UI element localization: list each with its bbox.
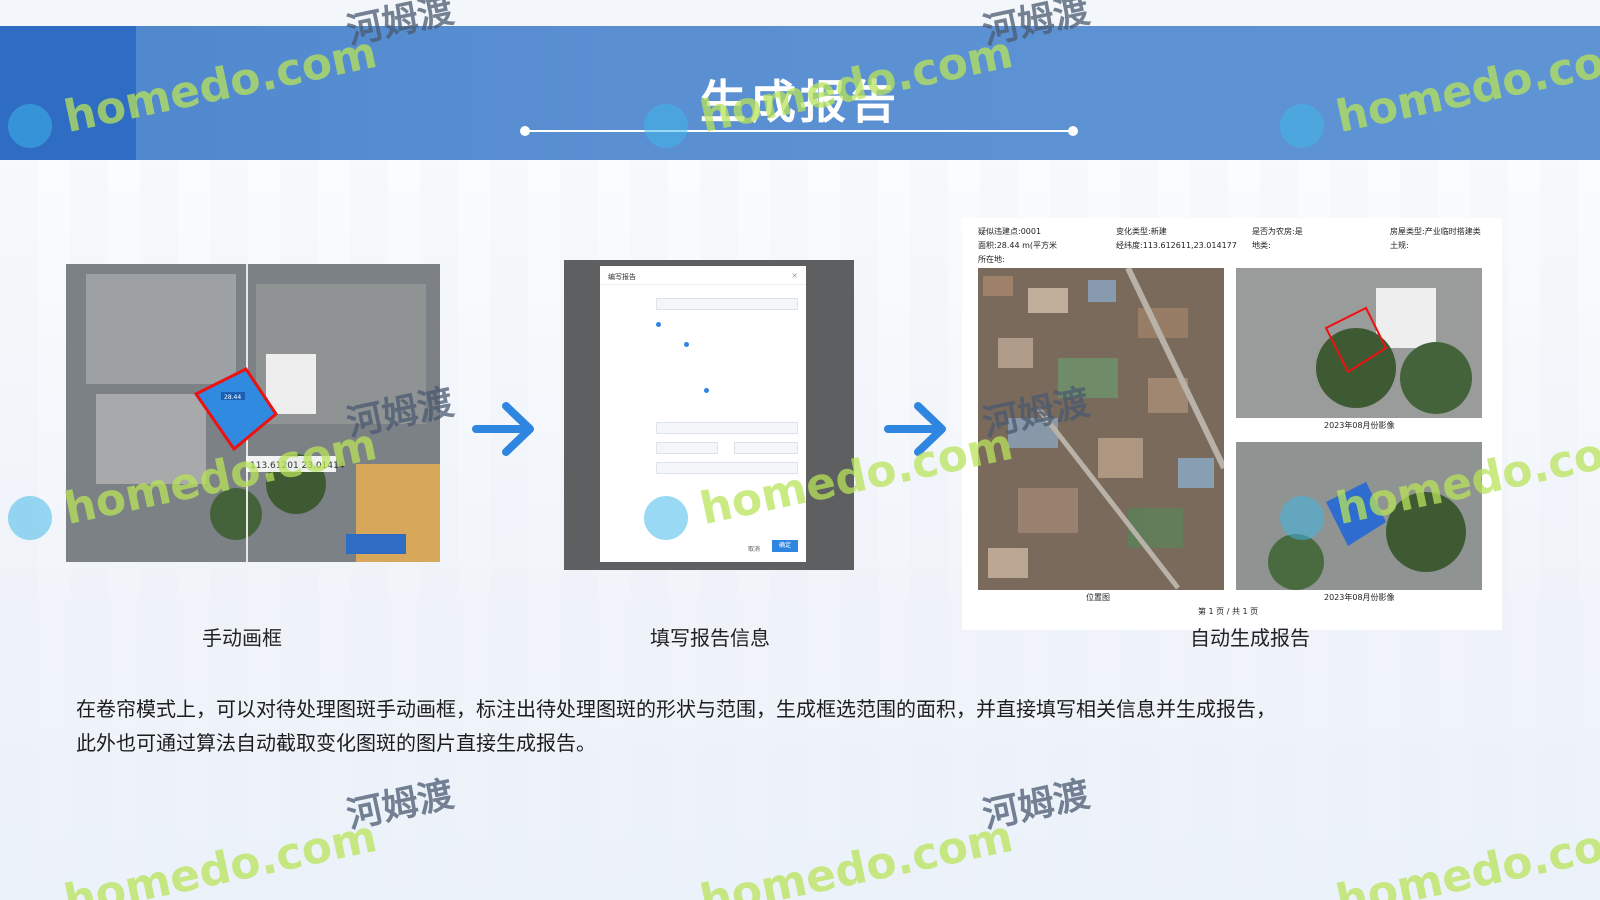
rooftop-aerial-image: 28.44 113.61201 23.01414 <box>66 264 440 562</box>
report-lnglat: 经纬度:113.612611,23.014177 <box>1116 241 1237 250</box>
form-field <box>656 298 798 310</box>
step-caption-manual-box: 手动画框 <box>202 626 282 650</box>
report-area: 面积:28.44 m(平方米 <box>978 241 1058 250</box>
underline-dot-left <box>520 126 530 136</box>
description: 在卷帘模式上，可以对待处理图斑手动画框，标注出待处理图斑的形状与范围，生成框选范… <box>76 692 1526 760</box>
report-house-type: 房屋类型:产业临时搭建类 <box>1390 227 1481 236</box>
location-map-caption: 位置图 <box>1086 593 1110 602</box>
location-map-image <box>978 268 1224 590</box>
report-page-number: 第 1 页 / 共 1 页 <box>1198 607 1259 616</box>
form-cancel-button: 取消 <box>748 546 761 553</box>
svg-text:113.61201 23.01414: 113.61201 23.01414 <box>250 461 345 471</box>
step-caption-fill-info: 填写报告信息 <box>650 626 770 650</box>
report-image-1 <box>1236 268 1482 418</box>
form-title: 编写报告 <box>608 273 636 281</box>
report-soil: 土规: <box>1390 241 1409 250</box>
form-confirm-button: 确定 <box>772 540 798 552</box>
svg-text:28.44: 28.44 <box>224 394 241 401</box>
form-field <box>656 462 798 474</box>
report-land-type: 地类: <box>1252 241 1271 250</box>
right-arrow-icon <box>884 402 946 456</box>
generated-report-image: 疑似违建点:0001 变化类型:新建 是否为农房:是 房屋类型:产业临时搭建类 … <box>962 218 1502 630</box>
report-change-type: 变化类型:新建 <box>1116 227 1167 236</box>
underline-dot-right <box>1068 126 1078 136</box>
description-line-2: 此外也可通过算法自动截取变化图斑的图片直接生成报告。 <box>76 731 596 755</box>
form-field <box>656 422 798 434</box>
report-point-id: 疑似违建点:0001 <box>978 227 1042 236</box>
report-location: 所在地: <box>978 255 1005 264</box>
page-title: 生成报告 <box>700 75 900 129</box>
title-underline <box>524 130 1072 132</box>
right-arrow-icon <box>472 402 534 456</box>
form-field <box>656 442 718 454</box>
close-icon: × <box>791 271 798 280</box>
report-image-2-caption: 2023年08月份影像 <box>1324 593 1395 602</box>
report-form-dialog-image: 编写报告 × 取消 确定 <box>564 260 854 570</box>
form-dialog: 编写报告 × 取消 确定 <box>600 266 806 562</box>
step-caption-auto-report: 自动生成报告 <box>1190 626 1310 650</box>
description-line-1: 在卷帘模式上，可以对待处理图斑手动画框，标注出待处理图斑的形状与范围，生成框选范… <box>76 697 1276 721</box>
report-image-2 <box>1236 442 1482 590</box>
form-field <box>734 442 798 454</box>
report-image-1-caption: 2023年08月份影像 <box>1324 421 1395 430</box>
report-farmhouse: 是否为农房:是 <box>1252 227 1303 236</box>
